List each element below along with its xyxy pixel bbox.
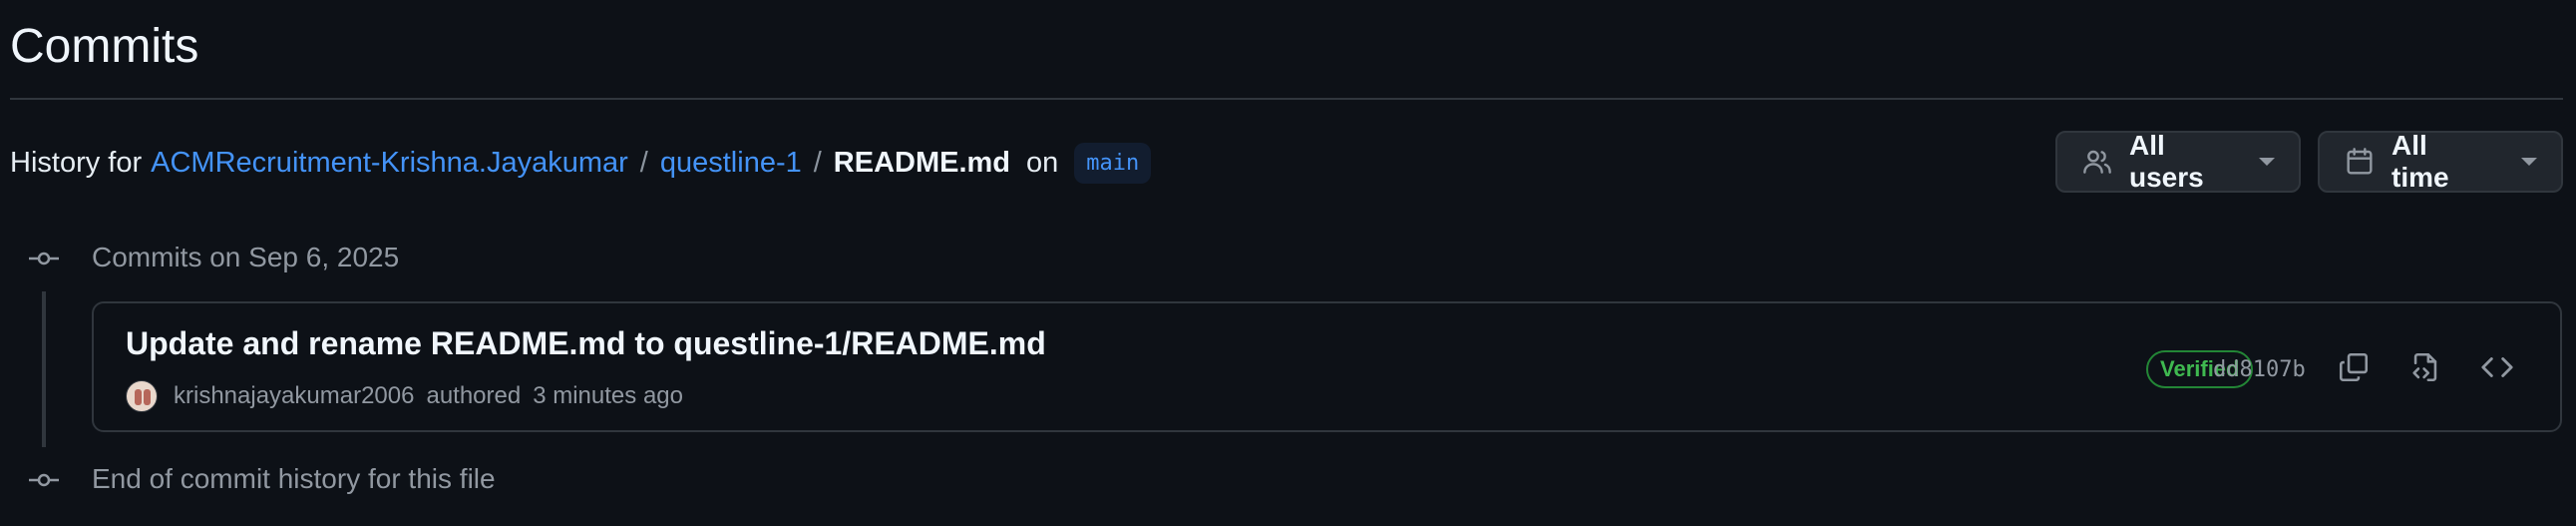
timeline-line <box>42 291 46 447</box>
chevron-down-icon <box>2259 158 2275 166</box>
code-icon[interactable] <box>2477 347 2517 387</box>
all-users-filter-button[interactable]: All users <box>2055 130 2301 193</box>
commit-author-link[interactable]: krishnajayakumar2006 <box>174 382 414 410</box>
commit-time: 3 minutes ago <box>533 382 683 409</box>
commits-page: Commits History for ACMRecruitment-Krish… <box>0 0 2576 526</box>
all-users-label: All users <box>2129 130 2204 193</box>
chevron-down-icon <box>2521 158 2537 166</box>
commit-message-link[interactable]: Update and rename README.md to questline… <box>126 325 1046 362</box>
folder-link[interactable]: questline-1 <box>660 147 802 180</box>
title-divider <box>10 98 2563 100</box>
git-commit-icon <box>28 464 60 496</box>
breadcrumb-separator: / <box>813 146 822 179</box>
history-breadcrumb: History for ACMRecruitment-Krishna.Jayak… <box>10 138 1152 188</box>
repo-owner-link[interactable]: ACMRecruitment-Krishna.Jayakumar <box>151 147 628 180</box>
commit-sha-link[interactable]: dd8107b <box>2213 355 2306 385</box>
branch-label[interactable]: main <box>1074 142 1152 184</box>
copy-icon[interactable] <box>2334 347 2374 387</box>
commit-action: authored <box>426 382 522 409</box>
breadcrumb-separator: / <box>639 146 648 179</box>
on-label: on <box>1026 146 1059 179</box>
file-code-icon[interactable] <box>2405 347 2445 387</box>
file-name: README.md <box>833 146 1011 179</box>
avatar[interactable] <box>126 380 158 412</box>
commit-group-heading: Commits on Sep 6, 2025 <box>92 242 400 272</box>
page-title: Commits <box>10 20 199 73</box>
all-time-filter-button[interactable]: All time <box>2318 130 2563 193</box>
all-time-label: All time <box>2392 130 2449 193</box>
calendar-icon <box>2344 146 2376 178</box>
git-commit-icon <box>28 243 60 274</box>
commit-row: Update and rename README.md to questline… <box>92 301 2562 432</box>
end-of-history-label: End of commit history for this file <box>92 463 496 494</box>
commit-meta: krishnajayakumar2006 authored 3 minutes … <box>126 379 683 413</box>
history-prefix: History for <box>10 146 143 179</box>
people-icon <box>2081 146 2113 178</box>
